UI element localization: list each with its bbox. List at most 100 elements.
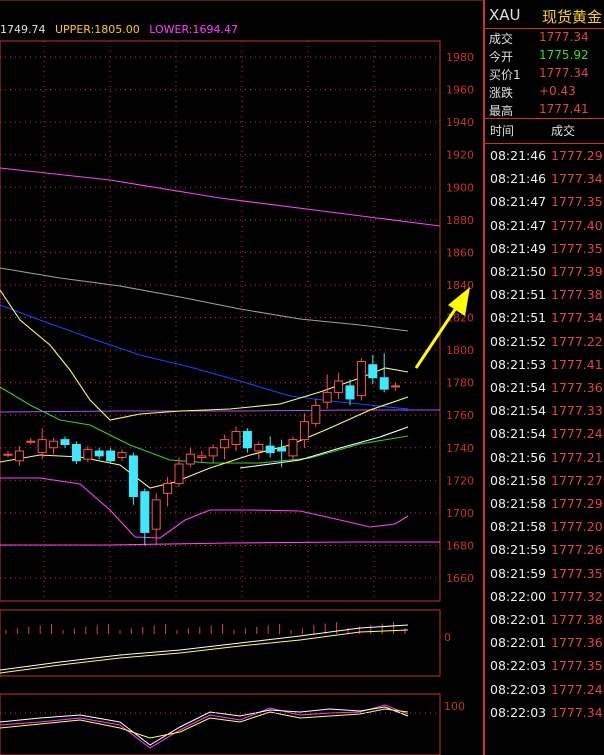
ticks-time-header: 时间	[490, 124, 515, 138]
tick-price: 1777.38	[551, 287, 603, 303]
y-tick-label: 1780	[446, 377, 474, 390]
tick-time: 08:21:56	[490, 449, 547, 465]
tick-row: 08:21:58 1777.20	[487, 519, 604, 543]
indicator-header: 1749.74 UPPER:1805.00 LOWER:1694.47	[0, 23, 244, 41]
y-tick-label: 1720	[446, 474, 474, 487]
quote-value: 1777.41	[539, 102, 589, 116]
tick-time: 08:21:59	[490, 565, 547, 581]
quote-label: 涨跌	[489, 86, 514, 100]
tick-time: 08:22:03	[490, 704, 547, 720]
tick-row: 08:21:59 1777.35	[487, 566, 604, 590]
tick-time: 08:21:54	[490, 403, 547, 419]
tick-row: 08:21:47 1777.35	[487, 194, 604, 218]
tick-price: 1777.34	[551, 310, 603, 326]
y-tick-label: 1660	[446, 572, 474, 585]
candle	[391, 382, 401, 391]
macd-frame	[0, 609, 441, 677]
tick-time: 08:21:58	[490, 519, 547, 535]
tick-row: 08:21:54 1777.36	[487, 380, 604, 404]
y-tick-label: 1940	[446, 116, 474, 129]
tick-row: 08:21:54 1777.33	[487, 403, 604, 427]
tick-row: 08:21:56 1777.21	[487, 450, 604, 474]
quote-value: 1777.34	[539, 66, 589, 80]
quote-label: 买价1	[489, 68, 521, 82]
tick-price: 1777.39	[551, 264, 603, 279]
candle	[379, 353, 389, 393]
tick-price: 1777.22	[551, 333, 603, 349]
tick-row: 08:22:00 1777.32	[487, 589, 604, 613]
tick-time: 08:21:58	[490, 472, 547, 488]
tick-row: 08:21:47 1777.40	[487, 218, 604, 242]
candle	[60, 436, 70, 448]
tick-price: 1777.20	[551, 519, 603, 535]
tick-time: 08:21:49	[490, 240, 547, 256]
tick-time: 08:21:54	[490, 380, 547, 395]
y-tick-label: 1800	[446, 344, 474, 357]
candle	[254, 441, 264, 460]
quote-label: 今开	[489, 50, 514, 64]
boll-lower-line	[0, 477, 409, 539]
tick-row: 08:22:03 1777.24	[487, 682, 604, 706]
tick-row: 08:21:49 1777.35	[487, 241, 604, 265]
tick-row: 08:22:03 1777.34	[487, 705, 604, 729]
tick-time: 08:21:53	[490, 356, 547, 372]
tick-price: 1777.29	[551, 496, 603, 511]
candle	[71, 441, 81, 465]
candle	[242, 428, 252, 453]
quote-row: 成交 1777.34	[487, 30, 604, 49]
y-tick-label: 1760	[446, 409, 474, 422]
tick-price: 1777.32	[551, 588, 603, 604]
tick-row: 08:21:54 1777.24	[487, 426, 604, 450]
tick-price: 1777.26	[551, 542, 603, 558]
tick-row: 08:21:46 1777.29	[487, 148, 604, 172]
tick-price: 1777.36	[551, 635, 603, 651]
tick-time: 08:22:00	[490, 588, 547, 604]
tick-row: 08:21:50 1777.39	[487, 264, 604, 288]
tick-price: 1777.41	[551, 356, 603, 372]
candle	[208, 444, 218, 463]
tick-price: 1777.24	[551, 681, 603, 697]
candle	[151, 493, 161, 544]
tick-price: 1777.21	[551, 449, 603, 465]
tick-price: 1777.33	[551, 403, 603, 419]
candle	[106, 447, 116, 465]
candle	[128, 452, 138, 505]
tick-row: 08:22:01 1777.38	[487, 612, 604, 636]
tick-price: 1777.35	[551, 194, 603, 210]
tick-price: 1777.38	[551, 612, 603, 627]
candle	[231, 426, 241, 452]
tick-price: 1777.27	[551, 472, 603, 488]
candle	[163, 477, 173, 507]
tick-row: 08:21:58 1777.27	[487, 473, 604, 497]
tick-price: 1777.35	[551, 565, 603, 581]
candle	[14, 446, 24, 466]
candle	[322, 374, 332, 409]
y-tick-label: 1740	[446, 442, 474, 455]
quote-row: 买价1 1777.34	[487, 66, 604, 85]
tick-time: 08:21:46	[490, 171, 547, 187]
candle	[334, 372, 344, 399]
quote-row: 涨跌 +0.43	[487, 84, 604, 103]
tick-price: 1777.36	[551, 380, 603, 395]
tick-time: 08:21:58	[490, 496, 547, 511]
price-chart[interactable]: 1980196019401920190018801860184018201800…	[0, 0, 483, 755]
quote-panel: XAU 现货黄金 成交 1777.34 今开 1775.92 买价1 1777.34 涨跌 +…	[483, 0, 604, 755]
tick-time: 08:22:03	[490, 681, 547, 697]
tick-row: 08:21:51 1777.38	[487, 287, 604, 311]
tick-row: 08:21:58 1777.29	[487, 496, 604, 520]
tick-time: 08:22:01	[490, 635, 547, 651]
boll-upper-line	[0, 289, 409, 421]
tick-row: 08:22:03 1777.35	[487, 658, 604, 682]
tick-time: 08:21:47	[490, 194, 547, 210]
y-tick-label: 1960	[446, 84, 474, 97]
symbol-title: XAU 现货黄金	[489, 6, 604, 27]
tick-time: 08:21:52	[490, 333, 547, 349]
kdj-yellow-line	[0, 708, 409, 739]
macd-white-line	[0, 624, 409, 671]
mid-value: 1749.74	[0, 23, 46, 36]
tick-time: 08:22:03	[490, 658, 547, 674]
candle	[117, 449, 127, 461]
tick-row: 08:21:52 1777.22	[487, 334, 604, 358]
candle	[288, 436, 298, 460]
tick-time: 08:22:01	[490, 612, 547, 627]
